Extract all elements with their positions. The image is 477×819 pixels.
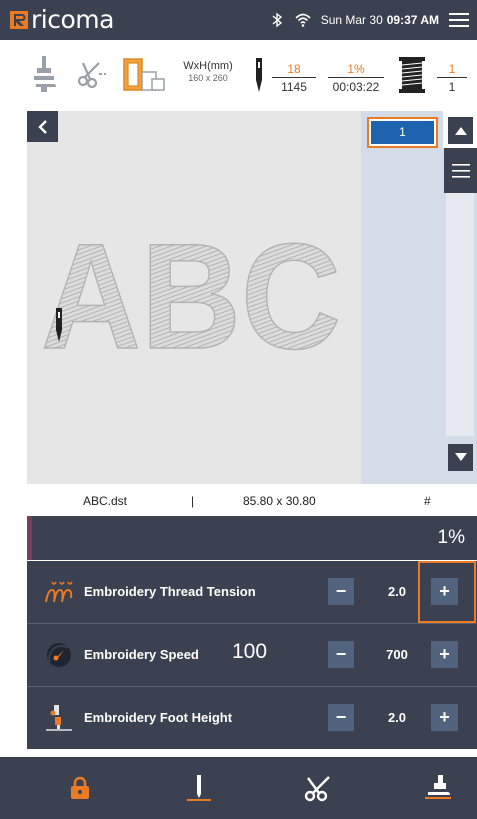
trim-button[interactable] [258,757,377,819]
progress-label: 1% [437,527,465,548]
progress-percent: 1% [328,62,384,78]
embroidery-design: ABC [40,230,342,360]
color-total: 1 [448,80,456,94]
triangle-up-icon [454,127,467,135]
size-display: WxH(mm) 160 x 260 [177,60,239,83]
scroll-down-button[interactable] [448,444,473,471]
needle-position-icon [186,775,211,801]
setting-row-foot-height: Embroidery Foot Height − 2.0 + [27,687,477,749]
design-dimensions: 85.80 x 30.80 [243,494,316,508]
speed-value: 700 [386,647,408,662]
focus-highlight [418,561,476,623]
stitch-current: 18 [272,62,316,78]
needle-position-button[interactable] [139,757,258,819]
thread-tension-icon [45,581,73,603]
size-value: 160 x 260 [188,73,228,83]
status-right: Sun Mar 30 09:37 AM [269,0,469,40]
file-info-separator: | [191,494,195,508]
color-scroll-rail[interactable] [446,193,474,436]
triangle-down-icon [454,453,467,461]
increase-foot-height-button[interactable]: + [431,704,458,731]
elapsed-time: 00:03:22 [332,80,380,94]
foot-height-icon [46,705,72,731]
list-icon [451,163,470,178]
progress-fill [27,516,32,560]
thread-spool-icon [399,57,425,93]
ricoma-logo-icon [10,11,28,29]
increase-speed-button[interactable]: + [431,641,458,668]
setting-row-speed: Embroidery Speed 100 − 700 + [27,624,477,686]
status-date: Sun Mar 30 [320,13,383,27]
decrease-foot-height-button[interactable]: − [328,704,354,731]
progress-counter: 1% 00:03:22 [328,62,384,94]
hoop-icon[interactable] [122,57,166,92]
back-button[interactable] [27,111,58,142]
color-current: 1 [437,62,467,78]
status-time: 09:37 AM [386,13,439,27]
color-chip[interactable]: 1 [367,117,438,148]
app: ricoma Sun Mar 30 09:37 AM WxH(mm) 160 x… [0,0,477,819]
color-counter: 1 1 [437,62,467,94]
status-bar: ricoma Sun Mar 30 09:37 AM [0,0,477,40]
brand-name: ricoma [31,5,114,34]
trim-icon[interactable] [77,60,107,88]
brand-logo: ricoma [10,7,114,33]
speed-gauge-icon [47,643,71,667]
setting-label: Embroidery Thread Tension [84,584,256,599]
menu-icon[interactable] [449,12,469,28]
file-info-row: ABC.dst | 85.80 x 30.80 # [0,484,477,516]
stitch-total: 1145 [281,80,307,94]
setting-extra: 100 [232,640,268,663]
presser-foot-icon[interactable] [34,56,56,92]
presser-foot-button[interactable] [378,757,477,819]
bottom-bar [0,757,477,819]
decrease-speed-button[interactable]: − [328,641,354,668]
thread-tension-value: 2.0 [387,584,407,599]
size-label: WxH(mm) [183,60,233,72]
file-name: ABC.dst [83,494,128,508]
chevron-left-icon [37,119,47,134]
foot-height-value: 2.0 [387,710,407,725]
wifi-icon [295,13,311,27]
setting-row-thread-tension: Embroidery Thread Tension − 2.0 + [27,561,477,623]
lock-button[interactable] [20,757,139,819]
stitch-counter: 18 1145 [272,62,316,94]
color-panel [361,111,443,484]
hash-label: # [424,494,431,508]
bluetooth-icon [272,12,282,28]
presser-foot-icon [424,775,451,799]
trim-icon [304,776,330,802]
list-button[interactable] [444,148,477,193]
color-chip-number: 1 [371,121,434,144]
scroll-up-button[interactable] [448,117,473,144]
setting-label: Embroidery Speed [84,647,199,662]
progress-bar: 1% [27,516,477,560]
needle-position-marker-icon [56,308,62,342]
decrease-thread-tension-button[interactable]: − [328,578,354,605]
needle-icon [256,58,262,92]
design-text: ABC [41,230,341,360]
setting-label: Embroidery Foot Height [84,710,233,725]
lock-icon [70,776,89,799]
